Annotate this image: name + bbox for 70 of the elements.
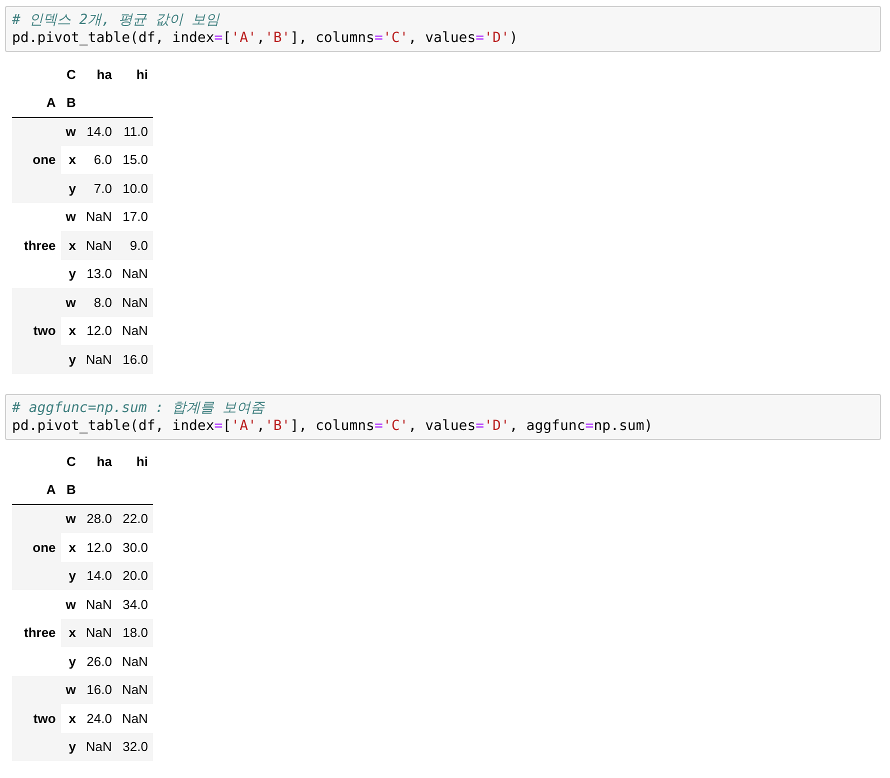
table-cell: 10.0 [116, 174, 153, 202]
table-cell: 13.0 [80, 260, 117, 288]
index-header: A [12, 88, 61, 117]
table-cell: 8.0 [80, 288, 117, 316]
table-cell: NaN [116, 260, 153, 288]
row-label: x [60, 146, 81, 174]
table-cell: 14.0 [80, 562, 117, 590]
row-label: w [60, 117, 81, 146]
table-cell: 22.0 [116, 504, 153, 533]
table-cell: NaN [80, 732, 117, 761]
column-header: ha [96, 453, 113, 471]
table-cell: 12.0 [80, 316, 117, 345]
row-group-label: one [12, 504, 61, 590]
table-cell: NaN [80, 202, 117, 231]
table-cell: NaN [116, 704, 153, 732]
table-cell: NaN [80, 590, 117, 618]
row-label: x [60, 316, 81, 345]
column-header: C [66, 453, 77, 471]
table-cell: 15.0 [116, 146, 153, 174]
row-label: w [60, 288, 81, 316]
table-cell: 32.0 [116, 732, 153, 761]
table-cell: 26.0 [80, 647, 117, 676]
table-cell: 7.0 [80, 174, 117, 202]
row-label: x [60, 704, 81, 732]
table-cell: NaN [80, 618, 117, 647]
table-cell: NaN [80, 345, 117, 374]
row-label: w [60, 202, 81, 231]
column-header: hi [135, 453, 149, 471]
row-label: y [60, 732, 81, 761]
table-cell: 20.0 [116, 562, 153, 590]
row-label: w [60, 676, 81, 704]
row-label: w [60, 590, 81, 618]
row-group-label: two [12, 288, 61, 374]
table-cell: 17.0 [116, 202, 153, 231]
table-cell: 9.0 [116, 231, 153, 260]
table-cell: NaN [116, 647, 153, 676]
table-cell: NaN [80, 231, 117, 260]
table-cell: 11.0 [116, 117, 153, 146]
row-label: w [60, 504, 81, 533]
table-cell: 28.0 [80, 504, 117, 533]
index-header: B [60, 88, 81, 117]
row-label: x [60, 618, 81, 647]
column-header: ha [96, 66, 113, 84]
table-cell: 18.0 [116, 618, 153, 647]
table-cell: NaN [116, 676, 153, 704]
row-label: x [60, 533, 81, 562]
table-cell: 16.0 [116, 345, 153, 374]
row-label: y [60, 174, 81, 202]
table-cell: 12.0 [80, 533, 117, 562]
table-cell: 16.0 [80, 676, 117, 704]
column-header: hi [135, 66, 149, 84]
code-cell[interactable]: # 인덱스 2개, 평균 값이 보임 pd.pivot_table(df, index=['A','B'], columns='C', values='D') [5, 6, 881, 52]
row-label: y [60, 345, 81, 374]
row-group-label: three [12, 202, 61, 288]
table-cell: 6.0 [80, 146, 117, 174]
table-cell: 34.0 [116, 590, 153, 618]
table-cell: 14.0 [80, 117, 117, 146]
row-group-label: two [12, 676, 61, 761]
row-label: x [60, 231, 81, 260]
row-label: y [60, 260, 81, 288]
row-group-label: one [12, 117, 61, 202]
column-header: C [66, 66, 77, 84]
table-cell: 30.0 [116, 533, 153, 562]
row-label: y [60, 647, 81, 676]
row-label: y [60, 562, 81, 590]
code-cell[interactable]: # aggfunc=np.sum : 합계를 보여줌 pd.pivot_table(df, index=['A','B'], columns='C', values='D', aggfunc=np.sum) [5, 394, 881, 440]
row-group-label: three [12, 590, 61, 676]
table-cell: NaN [116, 316, 153, 345]
table-cell: 24.0 [80, 704, 117, 732]
table-cell: NaN [116, 288, 153, 316]
